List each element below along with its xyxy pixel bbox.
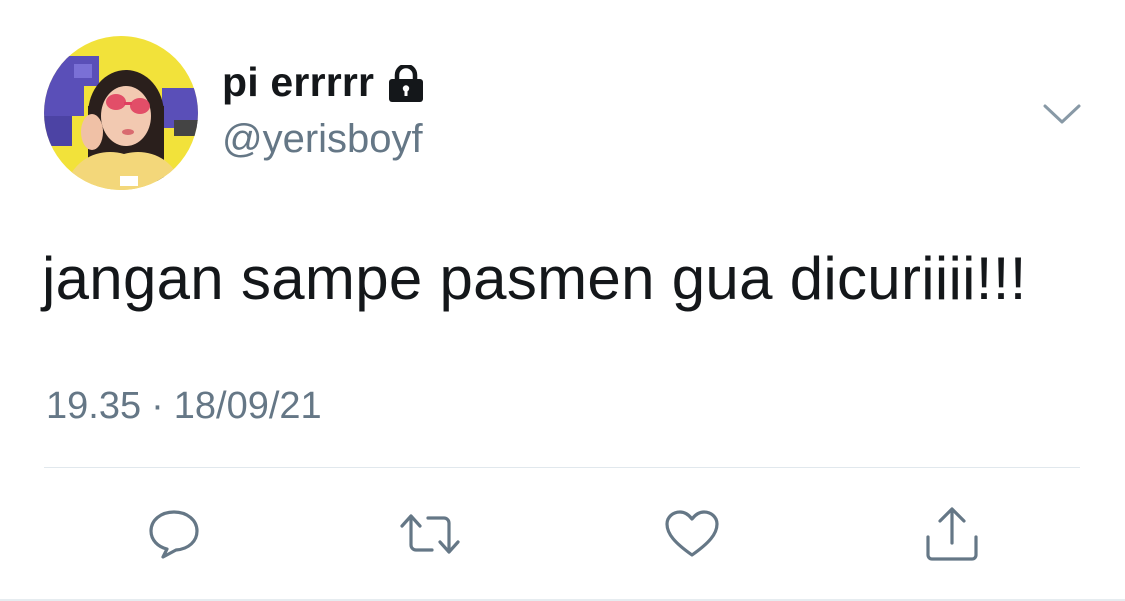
divider: [44, 467, 1080, 468]
avatar[interactable]: [44, 36, 198, 190]
heart-icon: [665, 510, 719, 557]
display-name[interactable]: pi errrrr: [222, 62, 374, 103]
tweet-timestamp[interactable]: 19.35 · 18/09/21: [46, 387, 322, 425]
like-button[interactable]: [660, 504, 724, 564]
tweet-text: jangan sampe pasmen gua dicuriiii!!!: [42, 245, 1027, 312]
tweet-date: 18/09/21: [173, 385, 322, 427]
author-name-row[interactable]: pi errrrr: [222, 62, 426, 103]
share-icon: [926, 507, 978, 561]
timestamp-separator: ·: [151, 385, 164, 427]
retweet-icon: [400, 514, 460, 554]
avatar-image: [44, 36, 198, 190]
comment-icon: [149, 510, 199, 559]
tweet-card: pi errrrr @yerisboyf jangan sampe pasmen…: [0, 0, 1125, 601]
chevron-down-icon: [1043, 104, 1081, 124]
lock-icon: [389, 64, 424, 102]
share-button[interactable]: [920, 504, 984, 564]
reply-button[interactable]: [142, 504, 206, 564]
tweet-time: 19.35: [46, 385, 142, 427]
tweet-menu-button[interactable]: [1040, 96, 1084, 132]
user-handle[interactable]: @yerisboyf: [222, 119, 423, 159]
retweet-button[interactable]: [398, 504, 462, 564]
